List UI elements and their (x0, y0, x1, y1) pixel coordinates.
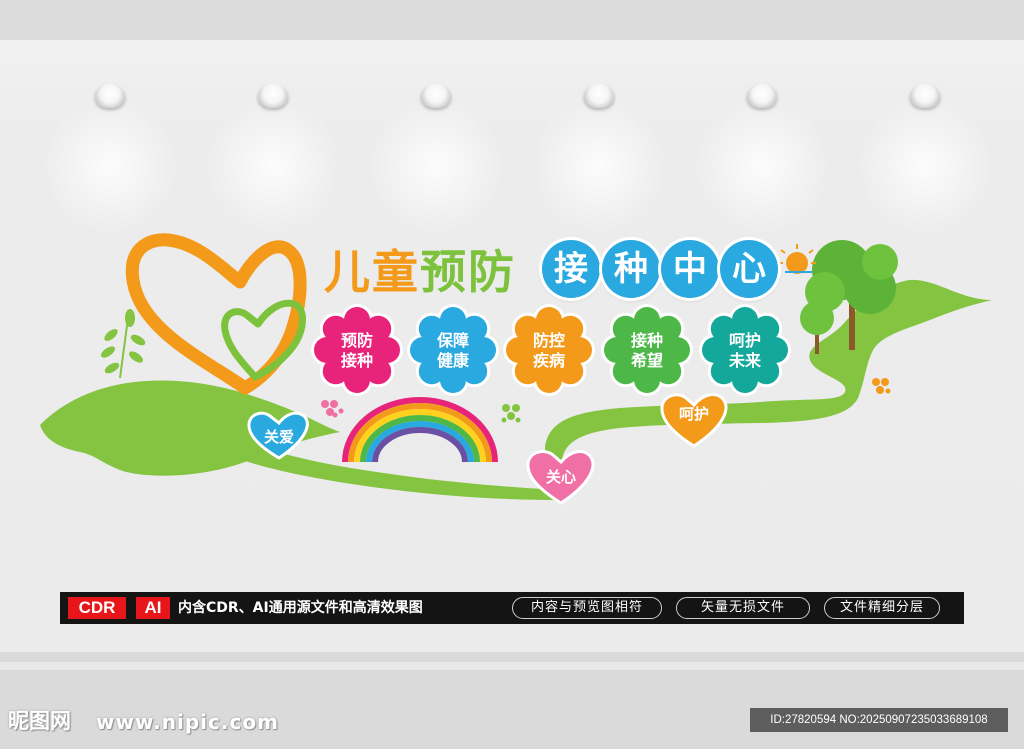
pill-vector: 矢量无损文件 (676, 597, 810, 619)
ai-tag: AI (136, 597, 170, 619)
bar-description: 内含CDR、AI通用源文件和高清效果图 (178, 600, 423, 616)
clover-icon (501, 404, 521, 423)
flower-badge-label: 预防 接种 (340, 331, 373, 370)
heart-badge-label: 关爱 (263, 428, 294, 446)
heart-badge-label: 呵护 (678, 405, 709, 423)
flower-badge-label: 呵护 未来 (728, 331, 761, 370)
clover-icon (321, 400, 344, 418)
rainbow-icon (342, 397, 498, 463)
watermark-url[interactable]: www.nipic.com (96, 710, 279, 734)
watermark-logo: 昵图网 (8, 709, 71, 733)
flower-badge-label: 防控 疾病 (532, 331, 565, 370)
title-circle-char: 心 (720, 240, 778, 298)
watermark-id: ID:27820594 NO:20250907235033689108 (750, 708, 1008, 732)
sun-icon (778, 244, 816, 274)
decoration-scene (40, 233, 992, 505)
flower-badge-label: 保障 健康 (436, 331, 469, 370)
page-title: 儿 童 预 防 (324, 244, 516, 300)
heart-badge-label: 关心 (545, 468, 576, 486)
flower-badge-label: 接种 希望 (630, 331, 663, 370)
title-char: 防 (468, 245, 516, 299)
title-circle-char: 种 (602, 240, 660, 298)
leaf-sprig-icon (101, 309, 146, 379)
title-char: 儿 (324, 245, 372, 299)
orange-clover-icon (872, 378, 891, 394)
title-char: 童 (372, 245, 420, 299)
pill-layered: 文件精细分层 (824, 597, 940, 619)
pill-content-match: 内容与预览图相符 (512, 597, 662, 619)
cdr-tag: CDR (68, 597, 126, 619)
title-char: 预 (420, 245, 468, 299)
title-circle-char: 中 (661, 240, 719, 298)
title-circle-char: 接 (542, 240, 600, 298)
